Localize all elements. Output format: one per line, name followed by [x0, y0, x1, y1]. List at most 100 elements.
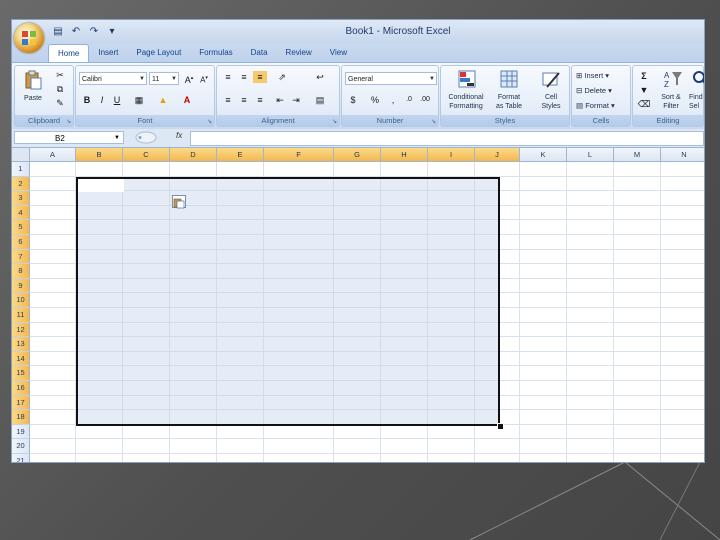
copy-icon[interactable]: ⧉: [53, 83, 67, 95]
find-select-label-2: Sel: [689, 103, 700, 110]
align-left-icon[interactable]: ≡: [221, 94, 235, 106]
column-header-n[interactable]: N: [661, 148, 704, 162]
cell-styles-button[interactable]: Cell Styles: [531, 93, 571, 111]
tab-page-layout[interactable]: Page Layout: [127, 44, 190, 62]
row-header-9[interactable]: 9: [12, 278, 30, 294]
column-header-i[interactable]: I: [428, 148, 475, 162]
currency-button[interactable]: $: [346, 94, 360, 106]
worksheet-grid[interactable]: A B C D E F G H I J K L M N 1 2 3 4 5 6 7 8 9 10 11 12 13 14 15 16 17 1…: [12, 148, 704, 462]
column-header-g[interactable]: G: [334, 148, 381, 162]
wrap-text-icon[interactable]: ↩: [313, 71, 327, 83]
column-header-a[interactable]: A: [30, 148, 76, 162]
row-header-16[interactable]: 16: [12, 381, 30, 396]
italic-button[interactable]: I: [95, 94, 109, 106]
borders-icon[interactable]: ▦: [132, 94, 146, 106]
tab-formulas[interactable]: Formulas: [190, 44, 241, 62]
font-color-icon[interactable]: A: [180, 94, 194, 106]
row-header-17[interactable]: 17: [12, 395, 30, 411]
row-header-3[interactable]: 3: [12, 191, 30, 206]
formula-input[interactable]: [190, 131, 704, 146]
column-header-l[interactable]: L: [567, 148, 614, 162]
active-cell[interactable]: [78, 179, 124, 192]
sort-filter-button[interactable]: Sort & Filter: [653, 93, 689, 111]
sort-filter-label-1: Sort &: [661, 94, 681, 101]
format-as-table-button[interactable]: Format as Table: [489, 93, 529, 111]
decrease-indent-icon[interactable]: ⇤: [273, 94, 287, 106]
align-top-icon[interactable]: ≡: [221, 71, 235, 83]
insert-cells-button[interactable]: ⊞ Insert ▾: [576, 70, 609, 82]
cut-icon[interactable]: ✂: [53, 69, 67, 81]
increase-decimal-icon[interactable]: .0: [402, 94, 416, 106]
row-header-7[interactable]: 7: [12, 249, 30, 265]
column-header-j[interactable]: J: [475, 148, 520, 162]
format-cells-button[interactable]: ▤ Format ▾: [576, 100, 615, 112]
row-header-6[interactable]: 6: [12, 235, 30, 250]
row-header-21[interactable]: 21: [12, 454, 30, 462]
clipboard-launcher-icon[interactable]: ↘: [66, 118, 71, 125]
autosum-button[interactable]: Σ: [637, 70, 651, 82]
tab-insert[interactable]: Insert: [89, 44, 127, 62]
increase-indent-icon[interactable]: ⇥: [289, 94, 303, 106]
row-header-15[interactable]: 15: [12, 366, 30, 381]
fill-color-icon[interactable]: ▲: [156, 94, 170, 106]
column-header-h[interactable]: H: [381, 148, 428, 162]
shrink-font-icon[interactable]: A▾: [197, 72, 211, 85]
align-center-icon[interactable]: ≡: [237, 94, 251, 106]
paste-options-icon[interactable]: [172, 195, 186, 209]
row-header-11[interactable]: 11: [12, 308, 30, 323]
row-header-14[interactable]: 14: [12, 351, 30, 367]
delete-cells-button[interactable]: ⊟ Delete ▾: [576, 85, 612, 97]
column-header-k[interactable]: K: [520, 148, 567, 162]
row-header-12[interactable]: 12: [12, 322, 30, 338]
align-right-icon[interactable]: ≡: [253, 94, 267, 106]
tab-home[interactable]: Home: [48, 44, 90, 64]
tab-review[interactable]: Review: [277, 44, 321, 62]
grow-font-icon[interactable]: A▴: [182, 72, 196, 85]
row-header-19[interactable]: 19: [12, 424, 30, 440]
insert-function-button[interactable]: fx: [176, 131, 182, 140]
conditional-formatting-button[interactable]: Conditional Formatting: [443, 93, 489, 111]
underline-button[interactable]: U: [110, 94, 124, 106]
font-name-combo[interactable]: Calibri ▼: [79, 72, 147, 85]
percent-button[interactable]: %: [368, 94, 382, 106]
office-button[interactable]: [14, 23, 44, 53]
row-header-20[interactable]: 20: [12, 439, 30, 454]
find-select-button[interactable]: Find Sel: [689, 93, 704, 111]
row-header-18[interactable]: 18: [12, 410, 30, 425]
column-header-c[interactable]: C: [123, 148, 170, 162]
row-header-13[interactable]: 13: [12, 337, 30, 352]
row-header-8[interactable]: 8: [12, 264, 30, 279]
name-box[interactable]: B2 ▼: [14, 131, 124, 144]
number-format-combo[interactable]: General ▼: [345, 72, 437, 85]
select-all-button[interactable]: [12, 148, 30, 162]
align-middle-icon[interactable]: ≡: [237, 71, 251, 83]
tab-view[interactable]: View: [321, 44, 356, 62]
align-bottom-icon[interactable]: ≡: [253, 71, 267, 83]
column-header-d[interactable]: D: [170, 148, 217, 162]
fill-icon[interactable]: ▼: [637, 84, 651, 96]
row-header-2[interactable]: 2: [12, 176, 30, 192]
column-header-e[interactable]: E: [217, 148, 264, 162]
clear-icon[interactable]: ⌫: [637, 98, 651, 110]
column-header-f[interactable]: F: [264, 148, 334, 162]
format-painter-icon[interactable]: ✎: [53, 97, 67, 109]
bold-button[interactable]: B: [80, 94, 94, 106]
column-header-b[interactable]: B: [76, 148, 123, 162]
font-launcher-icon[interactable]: ↘: [207, 118, 212, 125]
number-launcher-icon[interactable]: ↘: [431, 118, 436, 125]
row-header-4[interactable]: 4: [12, 205, 30, 221]
row-header-5[interactable]: 5: [12, 220, 30, 235]
decrease-decimal-icon[interactable]: .00: [418, 94, 432, 106]
fill-handle[interactable]: [497, 423, 504, 430]
tab-data[interactable]: Data: [242, 44, 277, 62]
font-size-combo[interactable]: 11 ▼: [149, 72, 179, 85]
row-header-10[interactable]: 10: [12, 293, 30, 308]
column-header-m[interactable]: M: [614, 148, 661, 162]
selected-range[interactable]: [76, 177, 500, 426]
row-header-1[interactable]: 1: [12, 162, 30, 177]
merge-center-icon[interactable]: ▤: [313, 94, 327, 106]
paste-button[interactable]: Paste: [17, 94, 49, 103]
alignment-launcher-icon[interactable]: ↘: [332, 118, 337, 125]
comma-button[interactable]: ,: [386, 94, 400, 106]
orientation-icon[interactable]: ⇗: [275, 71, 289, 83]
